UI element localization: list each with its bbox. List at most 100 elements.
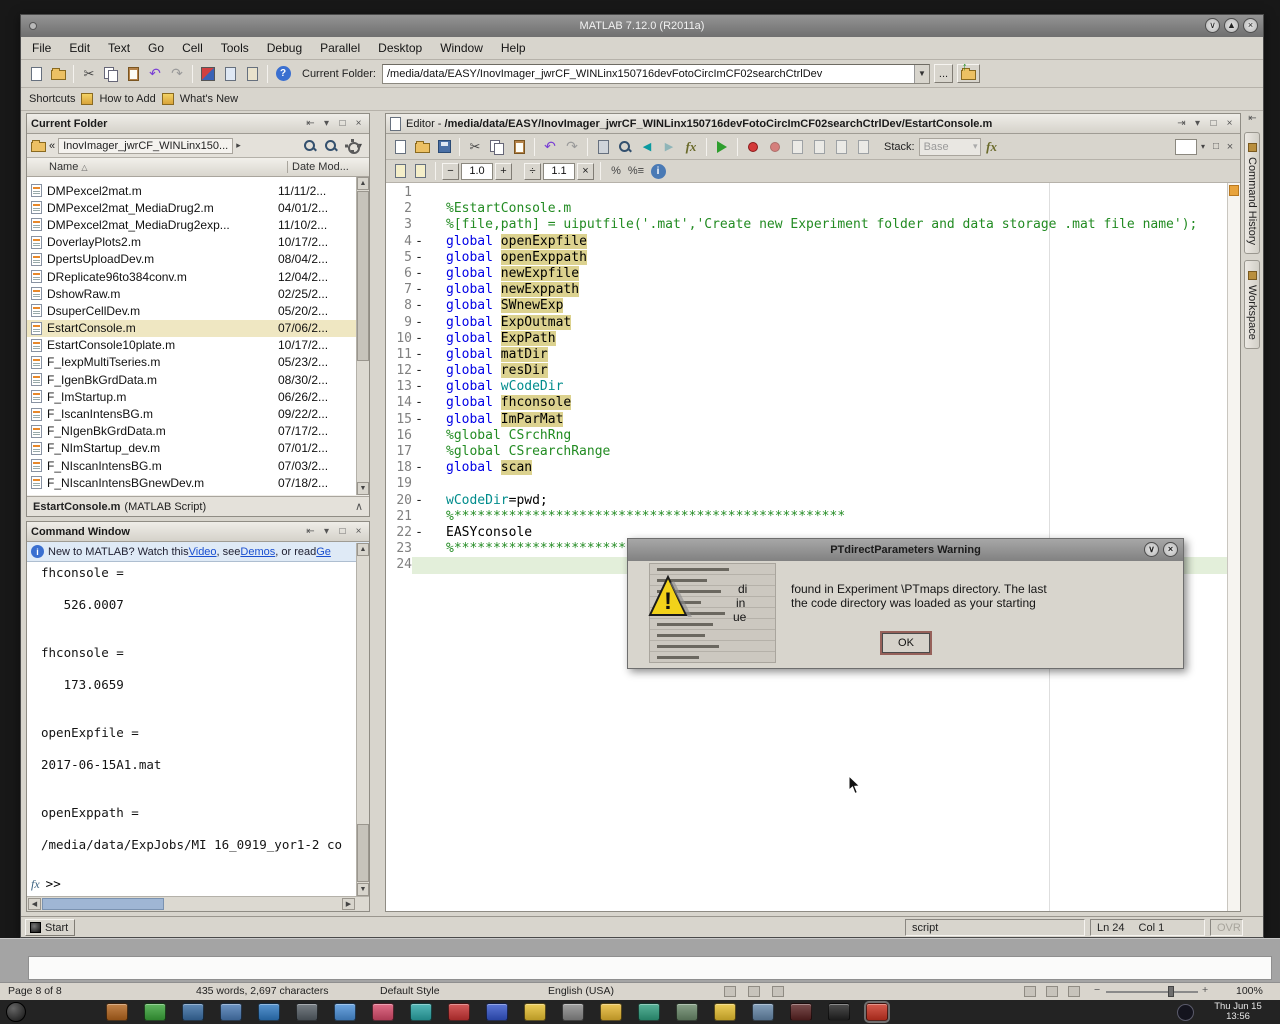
browse-folder-button[interactable]: ... [934, 64, 953, 83]
scrollbar-thumb[interactable] [357, 191, 369, 361]
taskbar-app-icon[interactable] [258, 1003, 280, 1021]
menu-item-window[interactable]: Window [431, 38, 492, 58]
collapse-detail-icon[interactable]: ∧ [355, 500, 363, 513]
taskbar-app-icon[interactable] [410, 1003, 432, 1021]
scrollbar-thumb[interactable] [357, 824, 369, 882]
zoom-in-icon[interactable]: + [1202, 984, 1208, 996]
set-breakpoint-button[interactable] [742, 136, 764, 158]
tray-icon[interactable] [1177, 1004, 1194, 1021]
taskbar-app-icon[interactable] [182, 1003, 204, 1021]
menu-item-edit[interactable]: Edit [60, 38, 99, 58]
wrap-comments-button[interactable]: % [607, 160, 625, 182]
copy-button[interactable] [100, 63, 122, 85]
command-prompt[interactable]: >> [46, 876, 61, 892]
text-language[interactable]: English (USA) [548, 985, 614, 997]
step-out-button[interactable] [830, 136, 852, 158]
taskbar-app-icon[interactable] [790, 1003, 812, 1021]
go-back-button[interactable]: ◀ [636, 136, 658, 158]
new-script-button[interactable] [389, 136, 411, 158]
scroll-down-icon[interactable]: ▼ [357, 482, 369, 495]
panel-menu-icon[interactable]: ▾ [320, 118, 333, 129]
current-folder-input[interactable]: /media/data/EASY/InovImager_jwrCF_WINLin… [382, 64, 930, 84]
cell-info-button[interactable]: i [647, 160, 669, 182]
file-row[interactable]: F_IexpMultiTseries.m05/23/2... [27, 354, 356, 371]
file-row[interactable]: F_IgenBkGrdData.m08/30/2... [27, 371, 356, 388]
clock[interactable]: Thu Jun 15 13:56 [1202, 1002, 1274, 1022]
command-output[interactable]: fhconsole = 526.0007 fhconsole = 173.065… [27, 543, 356, 896]
save-button[interactable] [433, 136, 455, 158]
breadcrumb[interactable]: InovImager_jwrCF_WINLinx150... [58, 138, 233, 154]
paste-button[interactable] [508, 136, 530, 158]
file-row[interactable]: F_NIscanIntensBGnewDev.m07/18/2... [27, 474, 356, 491]
selection-mode-icon[interactable] [724, 986, 736, 997]
panel-close-icon[interactable]: × [352, 118, 365, 129]
file-row[interactable]: DpertsUploadDev.m08/04/2... [27, 251, 356, 268]
panel-menu-icon[interactable]: ▾ [320, 526, 333, 537]
dialog-title-bar[interactable]: PTdirectParameters Warning ∨ × [628, 539, 1183, 561]
menu-item-go[interactable]: Go [139, 38, 173, 58]
split-dropdown[interactable]: ▾ [1197, 136, 1209, 158]
dock-right-icon[interactable]: ⇥ [1175, 118, 1188, 129]
taskbar-app-icon[interactable] [752, 1003, 774, 1021]
continue-button[interactable] [852, 136, 874, 158]
guide-button[interactable] [219, 63, 241, 85]
find-files-button[interactable] [322, 135, 340, 157]
file-list-column-header[interactable]: Name △ Date Mod... [27, 158, 369, 177]
ok-button[interactable]: OK [882, 633, 930, 653]
maximize-icon[interactable]: ▲ [1224, 18, 1239, 33]
print-button[interactable] [592, 136, 614, 158]
taskbar-menu-icon[interactable] [6, 1002, 26, 1022]
fx-button[interactable]: fx [31, 876, 40, 892]
taskbar-app-icon[interactable] [524, 1003, 546, 1021]
file-row[interactable]: DMPexcel2mat_MediaDrug2.m04/01/2... [27, 199, 356, 216]
file-row[interactable]: F_NIgenBkGrdData.m07/17/2... [27, 423, 356, 440]
file-row[interactable]: F_NIscanIntensBG.m07/03/2... [27, 457, 356, 474]
menu-item-tools[interactable]: Tools [212, 38, 258, 58]
step-in-button[interactable] [808, 136, 830, 158]
paragraph-style[interactable]: Default Style [380, 985, 440, 997]
panel-close-icon[interactable]: × [1223, 118, 1236, 129]
menu-item-text[interactable]: Text [99, 38, 139, 58]
scroll-up-icon[interactable]: ▲ [357, 543, 369, 556]
file-row[interactable]: F_NImStartup_dev.m07/01/2... [27, 440, 356, 457]
minimize-icon[interactable]: ∨ [1205, 18, 1220, 33]
taskbar-app-icon[interactable] [638, 1003, 660, 1021]
split-view-button[interactable] [1175, 139, 1197, 155]
taskbar-app-icon[interactable] [600, 1003, 622, 1021]
actions-button[interactable]: ▾ [343, 135, 365, 157]
book-view-icon[interactable] [1068, 986, 1080, 997]
increment-value-button[interactable]: + [495, 163, 512, 180]
comment-format-button[interactable]: %≡ [627, 160, 645, 182]
taskbar-app-icon[interactable] [676, 1003, 698, 1021]
undo-button[interactable]: ↶ [144, 63, 166, 85]
single-page-view-icon[interactable] [1024, 986, 1036, 997]
taskbar-app-icon[interactable] [144, 1003, 166, 1021]
menu-item-desktop[interactable]: Desktop [369, 38, 431, 58]
taskbar-app-icon[interactable] [106, 1003, 128, 1021]
panel-menu-icon[interactable]: ▾ [1191, 118, 1204, 129]
scroll-up-icon[interactable]: ▲ [357, 177, 369, 190]
find-button[interactable] [614, 136, 636, 158]
file-list-scrollbar[interactable]: ▲ ▼ [356, 177, 369, 495]
taskbar-app-icon[interactable] [296, 1003, 318, 1021]
file-row[interactable]: DoverlayPlots2.m10/17/2... [27, 234, 356, 251]
window-menu-icon[interactable] [29, 22, 37, 30]
taskbar-app-icon[interactable] [866, 1003, 888, 1021]
insert-cell-button[interactable] [391, 160, 409, 182]
taskbar-app-icon[interactable] [562, 1003, 584, 1021]
file-row[interactable]: DReplicate96to384conv.m12/04/2... [27, 268, 356, 285]
open-file-button[interactable] [47, 63, 69, 85]
dock-left-icon[interactable]: ⇤ [304, 118, 317, 129]
shortcut-whats-new[interactable]: What's New [180, 93, 238, 105]
zoom-level[interactable]: 100% [1236, 985, 1263, 997]
menu-item-help[interactable]: Help [492, 38, 535, 58]
editor-header[interactable]: Editor - /media/data/EASY/InovImager_jwr… [386, 114, 1240, 134]
document-modified-icon[interactable] [748, 986, 760, 997]
zoom-slider-thumb[interactable] [1168, 986, 1174, 997]
dialog-close-icon[interactable]: × [1163, 542, 1178, 557]
zoom-out-icon[interactable]: − [1094, 984, 1100, 996]
menu-item-cell[interactable]: Cell [173, 38, 212, 58]
divide-value-button[interactable]: ÷ [524, 163, 541, 180]
scroll-down-icon[interactable]: ▼ [357, 883, 369, 896]
title-bar[interactable]: MATLAB 7.12.0 (R2011a) ∨ ▲ × [21, 15, 1263, 37]
